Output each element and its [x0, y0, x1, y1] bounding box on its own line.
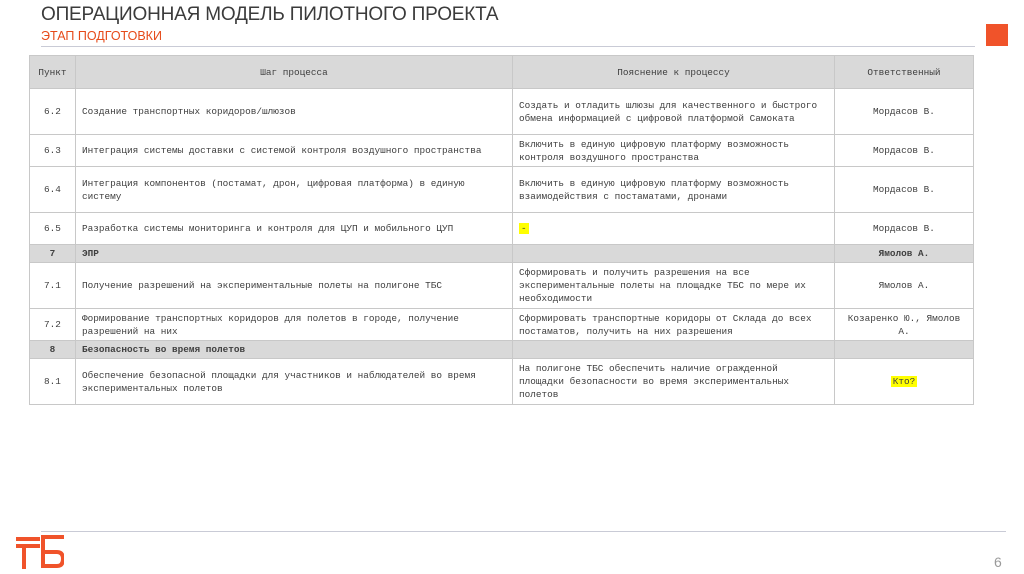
- row-number: 7.2: [29, 308, 76, 341]
- row-step: Создание транспортных коридоров/шлюзов: [75, 88, 513, 135]
- row-number: 6.3: [29, 134, 76, 167]
- row-step: Интеграция компонентов (постамат, дрон, …: [75, 166, 513, 213]
- company-logo-icon: [16, 535, 64, 569]
- column-header-number: Пункт: [29, 55, 76, 89]
- page-title: ОПЕРАЦИОННАЯ МОДЕЛЬ ПИЛОТНОГО ПРОЕКТА: [41, 4, 499, 25]
- row-responsible: Кто?: [834, 358, 974, 405]
- row-note: Включить в единую цифровую платформу воз…: [512, 134, 835, 167]
- row-number: 7.1: [29, 262, 76, 309]
- row-responsible: Мордасов В.: [834, 134, 974, 167]
- highlighted-who: Кто?: [890, 376, 918, 387]
- row-step: Интеграция системы доставки с системой к…: [75, 134, 513, 167]
- table-header-row: Пункт Шаг процесса Пояснение к процессу …: [29, 55, 974, 89]
- section-title: Безопасность во время полетов: [75, 340, 513, 359]
- header-divider: [41, 46, 975, 47]
- section-responsible: [834, 340, 974, 359]
- row-note: -: [512, 212, 835, 245]
- accent-square: [986, 24, 1008, 46]
- page-number: 6: [994, 554, 1002, 570]
- row-number: 8.1: [29, 358, 76, 405]
- row-note: Включить в единую цифровую платформу воз…: [512, 166, 835, 213]
- row-step: Обеспечение безопасной площадки для учас…: [75, 358, 513, 405]
- row-responsible: Мордасов В.: [834, 88, 974, 135]
- row-responsible: Мордасов В.: [834, 166, 974, 213]
- row-step: Формирование транспортных коридоров для …: [75, 308, 513, 341]
- row-number: 6.5: [29, 212, 76, 245]
- table-row: 6.3 Интеграция системы доставки с систем…: [29, 134, 974, 167]
- row-note: На полигоне ТБС обеспечить наличие ограж…: [512, 358, 835, 405]
- table-row: 7.1 Получение разрешений на эксперимента…: [29, 262, 974, 309]
- row-note: Создать и отладить шлюзы для качественно…: [512, 88, 835, 135]
- section-note: [512, 340, 835, 359]
- section-row: 7 ЭПР Ямолов А.: [29, 244, 974, 263]
- section-note: [512, 244, 835, 263]
- section-number: 8: [29, 340, 76, 359]
- footer-divider: [41, 531, 1006, 532]
- column-header-note: Пояснение к процессу: [512, 55, 835, 89]
- column-header-responsible: Ответственный: [834, 55, 974, 89]
- table-row: 7.2 Формирование транспортных коридоров …: [29, 308, 974, 341]
- row-note: Сформировать транспортные коридоры от Ск…: [512, 308, 835, 341]
- row-responsible: Ямолов А.: [834, 262, 974, 309]
- highlighted-dash: -: [519, 223, 529, 234]
- row-responsible: Мордасов В.: [834, 212, 974, 245]
- row-note: Сформировать и получить разрешения на вс…: [512, 262, 835, 309]
- table-row: 8.1 Обеспечение безопасной площадки для …: [29, 358, 974, 405]
- row-step: Разработка системы мониторинга и контрол…: [75, 212, 513, 245]
- table-row: 6.5 Разработка системы мониторинга и кон…: [29, 212, 974, 245]
- row-step: Получение разрешений на экспериментальны…: [75, 262, 513, 309]
- operations-table: Пункт Шаг процесса Пояснение к процессу …: [29, 55, 974, 405]
- section-row: 8 Безопасность во время полетов: [29, 340, 974, 359]
- row-number: 6.2: [29, 88, 76, 135]
- section-responsible: Ямолов А.: [834, 244, 974, 263]
- page-subtitle: ЭТАП ПОДГОТОВКИ: [41, 29, 162, 43]
- section-number: 7: [29, 244, 76, 263]
- table-row: 6.2 Создание транспортных коридоров/шлюз…: [29, 88, 974, 135]
- table-row: 6.4 Интеграция компонентов (постамат, др…: [29, 166, 974, 213]
- row-responsible: Козаренко Ю., Ямолов А.: [834, 308, 974, 341]
- column-header-step: Шаг процесса: [75, 55, 513, 89]
- row-number: 6.4: [29, 166, 76, 213]
- section-title: ЭПР: [75, 244, 513, 263]
